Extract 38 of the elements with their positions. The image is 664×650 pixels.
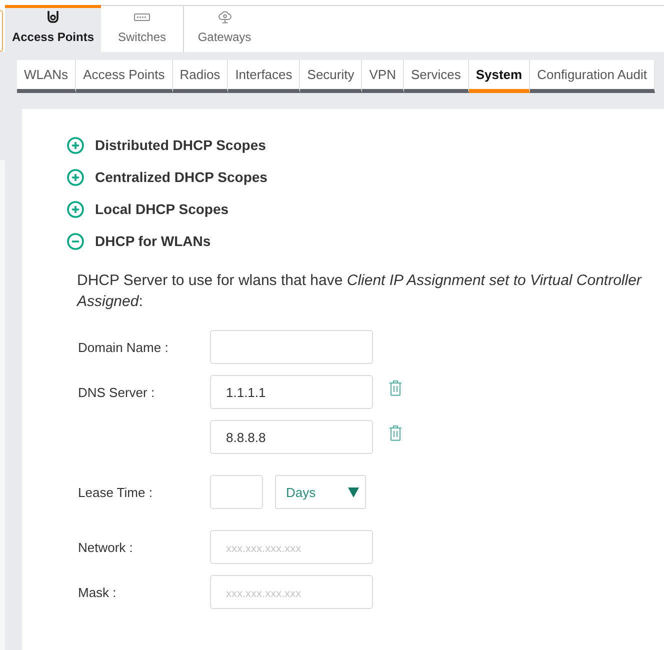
input-field[interactable]: 1.1.1.1 — [210, 375, 373, 409]
input-field[interactable]: 8.8.8.8 — [210, 420, 373, 454]
trash-icon[interactable] — [389, 380, 402, 396]
device-tab[interactable]: Gateways — [183, 5, 265, 52]
expand-icon[interactable] — [67, 168, 84, 186]
section-header[interactable]: Local DHCP Scopes — [67, 197, 229, 221]
config-tab[interactable]: WLANs — [17, 60, 76, 93]
expand-icon[interactable] — [67, 136, 84, 154]
config-tab[interactable]: Services — [404, 60, 469, 93]
section-header[interactable]: DHCP for WLANs — [67, 229, 211, 253]
description-text: DHCP Server to use for wlans that have Client IP Assignment set to Virtual Controller Assigned: — [77, 271, 643, 312]
config-tab[interactable]: Radios — [172, 60, 228, 93]
section-header[interactable]: Centralized DHCP Scopes — [67, 165, 268, 189]
config-tab[interactable]: Access Points — [76, 60, 173, 93]
input-field[interactable]: xxx.xxx.xxx.xxx — [210, 575, 373, 609]
trash-icon[interactable] — [389, 425, 402, 441]
field-label: DNS Server : — [78, 384, 155, 400]
expand-icon[interactable] — [67, 200, 84, 218]
field-label: Network : — [78, 540, 133, 554]
outlined-box-edge — [0, 10, 3, 52]
config-tab[interactable]: Security — [300, 60, 362, 93]
field-label: Mask : — [78, 584, 116, 600]
caret-icon — [348, 486, 359, 498]
collapse-icon[interactable] — [67, 232, 84, 250]
config-tab[interactable]: Interfaces — [228, 60, 300, 93]
input-field[interactable] — [210, 330, 373, 364]
device-tab[interactable]: Access Points — [5, 5, 101, 52]
section-header[interactable]: Distributed DHCP Scopes — [67, 133, 266, 157]
unit-dropdown[interactable]: Days — [275, 475, 366, 509]
config-tab[interactable]: System — [468, 60, 530, 93]
cloud-icon — [218, 10, 232, 24]
field-label: Lease Time : — [78, 484, 152, 500]
field-label: Domain Name : — [78, 340, 168, 354]
input-field[interactable]: xxx.xxx.xxx.xxx — [210, 530, 373, 564]
input-field[interactable] — [210, 475, 263, 509]
access-point-icon — [47, 10, 59, 24]
config-tab[interactable]: VPN — [362, 60, 404, 93]
config-tab[interactable]: Configuration Audit — [530, 60, 655, 93]
